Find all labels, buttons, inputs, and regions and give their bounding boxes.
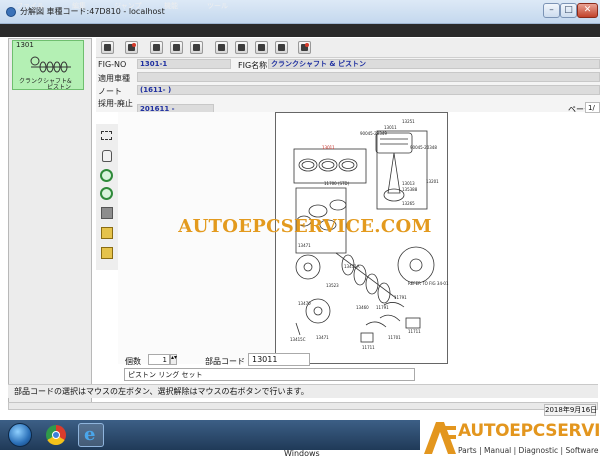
watermark-text: AUTOEPCSERVICE.COM [178,216,432,237]
note-icon [101,247,113,259]
hand-tool[interactable] [99,148,113,162]
brand-title: AUTOEPCSERVICE [458,421,600,441]
callout-label: 13470 [298,301,311,306]
status-text: 部品コードの選択はマウスの左ボタン、選択解除はマウスの右ボタンで行います。 [14,387,309,396]
callout-label: 11711 [408,329,421,334]
select-icon [101,131,112,140]
quantity-stepper[interactable]: ▴▾ [170,354,177,365]
callout-label: 13460 [356,305,369,310]
brand-subtitle: Parts | Manual | Diagnostic | Software [458,446,599,455]
zoom-fit-icon [218,44,225,51]
quantity-label: 個数 [125,357,141,366]
next-page-icon [278,44,285,51]
callout-label: 11791 [376,305,389,310]
callout-label: 135388 [402,187,418,192]
note-field[interactable]: (1611- ) [137,85,600,95]
zoom-page-icon [238,44,245,51]
minimize-button[interactable]: – [543,3,560,18]
copy-icon [153,44,160,51]
fig-name-label: FIG名称 [238,61,268,70]
figure-list-panel [8,38,92,404]
crankshaft-piston-diagram: 13251 13011 90045-20349 90045-20348 1301… [290,119,449,350]
callout-label: 13013 [402,181,415,186]
menu-function[interactable]: 機能 [164,1,178,11]
brand-logo-icon [422,420,456,456]
warning-icon [101,227,113,239]
callout-label: 11700 (STD) [324,181,350,186]
exploded-diagram[interactable]: 13251 13011 90045-20349 90045-20348 1301… [275,112,449,364]
warning-tool[interactable] [99,225,113,239]
zoom-in-tool[interactable] [99,168,113,182]
callout-label: 90045-20348 [410,145,437,150]
zoom-page-button[interactable] [235,41,248,54]
callout-label: 13011 [384,125,397,130]
fit-icon [101,207,113,219]
callout-label-selected: 13011 [322,145,335,150]
callout-label: 11711 [362,345,375,350]
fig-no-field[interactable]: 1301-1 [137,59,231,69]
copy-button[interactable] [150,41,163,54]
prev-page-icon [258,44,265,51]
quantity-field[interactable]: 1 [148,354,170,365]
fig-no-label: FIG-NO [98,60,127,69]
vehicle-field[interactable] [137,72,600,82]
next-page-button[interactable] [275,41,288,54]
part-code-field[interactable]: 13011 [248,353,310,366]
adopt-label: 採用-廃止 [98,99,133,108]
chrome-icon-center [52,431,60,439]
callout-label: 90045-20349 [360,131,387,136]
note-tool[interactable] [99,245,113,259]
zoom-out-tool[interactable] [99,186,113,200]
diagram-canvas-background [118,112,275,364]
callout-label: 13471 [316,335,329,340]
callout-label: REFER TO FIG 34-01 [408,281,449,286]
callout-label: 13201 [426,179,439,184]
vehicle-label: 適用車種 [98,74,130,83]
print-button[interactable] [101,41,114,54]
paste-icon [173,44,180,51]
part-name-field[interactable]: ピストン リング セット [124,368,415,381]
callout-label: 13415C [290,337,306,342]
menu-jump[interactable]: ジャンプ [114,1,141,11]
page-field[interactable]: 1/ [585,102,600,113]
note-label: ノート [98,87,122,96]
menu-edit[interactable]: 編集 [72,1,86,11]
callout-label: 13471 [298,243,311,248]
menu-bar [0,24,600,37]
date-display: 2018年9月16日 [544,404,598,416]
callout-label: 13523 [326,283,339,288]
callout-label: 11791 [394,295,407,300]
fit-tool[interactable] [99,205,113,219]
menu-file[interactable]: ファイル [16,1,44,11]
paste-button[interactable] [170,41,183,54]
zoom-in-icon [100,169,113,182]
export-button[interactable] [125,41,138,54]
internet-explorer-icon: e [84,424,96,445]
print-icon [104,44,111,51]
fig-name-field[interactable]: クランクシャフト & ピストン [268,59,600,69]
maximize-button[interactable]: □ [560,3,577,18]
zoom-out-icon [100,187,113,200]
callout-label: 13431A [344,264,360,269]
prev-page-button[interactable] [255,41,268,54]
image-icon [193,44,200,51]
callout-label: 11701 [388,335,401,340]
callout-label: 13265 [402,201,415,206]
thumbnail-code: 1301 [16,41,34,49]
callout-label: 13251 [402,119,415,124]
zoom-fit-button[interactable] [215,41,228,54]
hand-icon [102,150,112,162]
select-tool[interactable] [99,128,113,142]
image-button[interactable] [190,41,203,54]
horizontal-scrollbar[interactable] [8,402,598,410]
thumbnail-name-line2: ピストン [47,84,72,91]
menu-tools[interactable]: ツール [207,1,228,11]
bookmark-button[interactable] [298,41,311,54]
start-button[interactable] [8,423,32,447]
windows-label: Windows [284,449,320,458]
app-icon [6,7,16,17]
close-button[interactable]: ✕ [577,3,598,18]
part-code-label: 部品コード [205,357,245,366]
